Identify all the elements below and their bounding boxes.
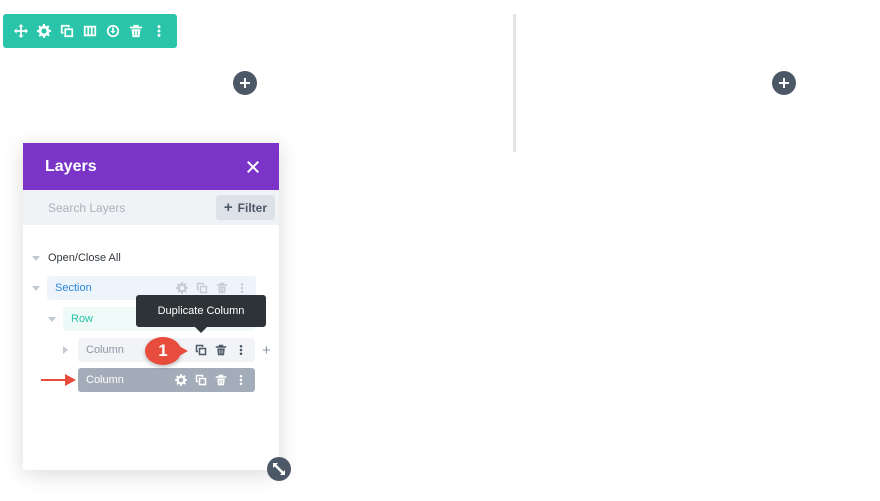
more-icon[interactable]: [149, 21, 169, 41]
layers-title: Layers: [45, 157, 97, 175]
column-node-2[interactable]: Column: [78, 368, 255, 392]
trash-icon[interactable]: [126, 21, 146, 41]
column-divider: [513, 14, 516, 152]
layers-header: Layers: [23, 143, 279, 190]
duplicate-column-tooltip: Duplicate Column: [136, 295, 266, 327]
row-toolbar: [3, 14, 177, 48]
open-close-all-toggle[interactable]: Open/Close All: [32, 252, 121, 264]
caret-down-icon: [48, 316, 56, 322]
move-icon[interactable]: [11, 21, 31, 41]
search-layers-input[interactable]: [23, 199, 216, 216]
add-module-button[interactable]: [233, 71, 257, 95]
resize-handle[interactable]: [267, 457, 291, 481]
plus-icon: [779, 78, 789, 88]
search-bar: + Filter: [23, 190, 279, 225]
gear-icon[interactable]: [175, 374, 187, 386]
duplicate-icon[interactable]: [195, 344, 207, 356]
trash-icon[interactable]: [216, 282, 228, 294]
duplicate-icon[interactable]: [195, 374, 207, 386]
add-column-plus-icon[interactable]: +: [262, 342, 271, 359]
open-close-all-label: Open/Close All: [48, 252, 121, 264]
trash-icon[interactable]: [215, 374, 227, 386]
layer-column-2[interactable]: Column: [78, 368, 255, 392]
filter-button[interactable]: + Filter: [215, 195, 275, 220]
column-label: Column: [86, 374, 124, 386]
expand-icon: [273, 463, 285, 475]
caret-down-icon: [32, 255, 40, 261]
duplicate-icon[interactable]: [57, 21, 77, 41]
close-icon[interactable]: [247, 160, 259, 173]
columns-icon[interactable]: [80, 21, 100, 41]
more-icon[interactable]: [235, 374, 247, 386]
more-icon[interactable]: [235, 344, 247, 356]
gear-icon[interactable]: [176, 282, 188, 294]
red-arrow-icon: [41, 374, 76, 386]
column-label: Column: [86, 344, 124, 356]
trash-icon[interactable]: [215, 344, 227, 356]
step-badge: 1: [145, 337, 188, 365]
caret-down-icon: [32, 285, 40, 291]
plus-icon: +: [223, 199, 233, 216]
caret-right-icon: [63, 346, 68, 354]
save-icon[interactable]: [103, 21, 123, 41]
section-label: Section: [55, 282, 92, 294]
duplicate-icon[interactable]: [196, 282, 208, 294]
plus-icon: [240, 78, 250, 88]
row-label: Row: [71, 313, 94, 325]
more-icon[interactable]: [236, 282, 248, 294]
add-module-button-column-2[interactable]: [772, 71, 796, 95]
filter-label: Filter: [237, 200, 267, 215]
tooltip-arrow: [195, 327, 207, 333]
gear-icon[interactable]: [34, 21, 54, 41]
